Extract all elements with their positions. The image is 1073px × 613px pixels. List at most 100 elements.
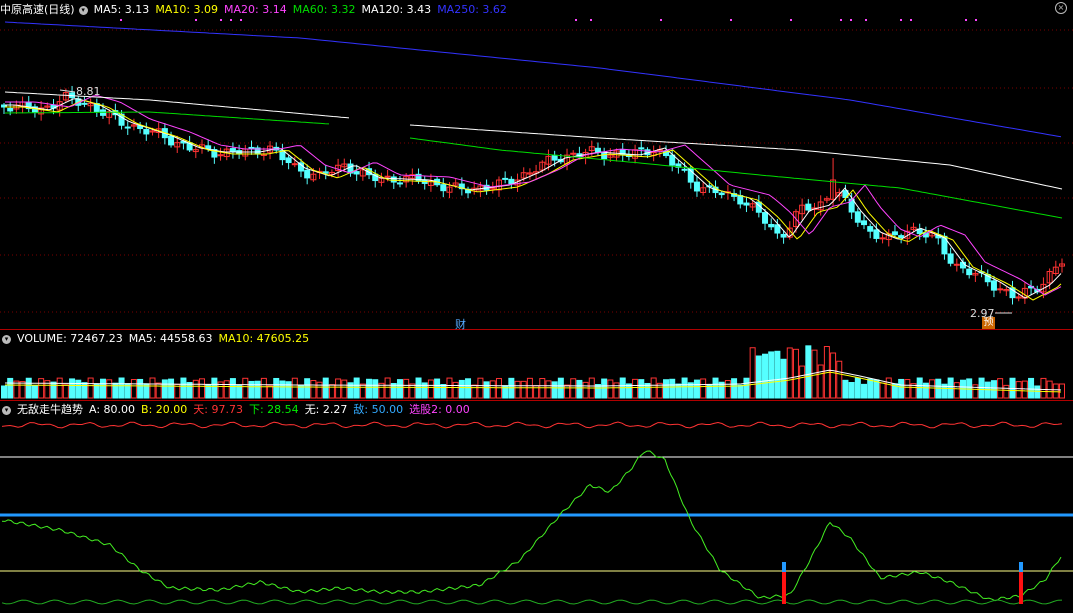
volume-bar: [675, 383, 682, 399]
candle-body: [780, 233, 787, 238]
volume-bar: [762, 353, 769, 399]
candle-body: [594, 147, 601, 153]
volume-bar: [792, 348, 799, 399]
price-chart-canvas[interactable]: [0, 0, 1073, 613]
signal-bar-blue: [782, 562, 786, 572]
volume-bar: [267, 385, 274, 399]
volume-bar: [885, 377, 892, 399]
xia-line: [1, 450, 1062, 602]
volume-bar: [904, 379, 911, 399]
candle-body: [353, 171, 360, 175]
signal-dot: [240, 19, 242, 21]
volume-bar: [471, 384, 478, 399]
volume-bar: [427, 379, 434, 399]
volume-bar: [440, 384, 447, 399]
volume-bar: [873, 379, 880, 399]
signal-dot: [195, 19, 197, 21]
volume-bar: [341, 379, 348, 399]
volume-bar: [755, 355, 762, 399]
candle-body: [248, 146, 255, 149]
high-price-label: 8.81: [76, 85, 101, 98]
signal-dot: [850, 19, 852, 21]
volume-bar: [310, 380, 317, 399]
volume-bar: [520, 380, 527, 399]
volume-bar: [1034, 385, 1041, 399]
volume-bar: [31, 384, 38, 399]
volume-bar: [242, 377, 249, 399]
candle-body: [693, 181, 700, 192]
volume-bar: [149, 377, 156, 399]
signal-bar-red: [1019, 572, 1023, 604]
volume-bar: [168, 378, 175, 399]
volume-bar: [75, 379, 82, 399]
volume-bar: [495, 378, 502, 399]
finance-event-marker[interactable]: 财: [455, 316, 466, 332]
volume-bar: [1003, 384, 1010, 399]
volume-bar: [749, 347, 756, 399]
volume-bar: [836, 360, 843, 399]
candle-body: [743, 202, 750, 206]
volume-bar: [236, 385, 243, 399]
candle-body: [205, 145, 212, 150]
volume-bar: [434, 378, 441, 399]
volume-bar: [56, 377, 63, 399]
volume-bar: [229, 378, 236, 399]
volume-bar: [161, 379, 168, 399]
volume-bar: [953, 382, 960, 399]
candle-body: [508, 178, 515, 185]
candle-body: [966, 268, 973, 276]
volume-bar: [7, 377, 14, 399]
volume-bar: [786, 347, 793, 399]
volume-bar: [446, 377, 453, 399]
volume-bar: [632, 378, 639, 399]
volume-bar: [372, 379, 379, 399]
volume-bar: [335, 378, 342, 399]
candle-body: [7, 107, 14, 112]
signal-dot: [910, 19, 912, 21]
volume-bar: [1040, 377, 1047, 399]
ma20-line: [5, 95, 1062, 296]
wu-line: [1, 599, 1063, 605]
volume-bar: [774, 350, 781, 399]
volume-bar: [38, 378, 45, 399]
candle-body: [168, 135, 175, 146]
volume-bar: [192, 379, 199, 399]
signal-dot: [120, 19, 122, 21]
volume-bar: [712, 377, 719, 399]
volume-bar: [990, 380, 997, 399]
volume-bar: [87, 377, 94, 399]
candle-body: [947, 253, 954, 264]
volume-bar: [700, 378, 707, 399]
signal-bar-red: [782, 572, 786, 604]
volume-bar: [607, 379, 614, 399]
volume-bar: [180, 377, 187, 399]
forecast-event-marker[interactable]: 预: [982, 317, 995, 329]
signal-dot: [230, 19, 232, 21]
candle-body: [681, 168, 688, 171]
volume-bar: [1015, 381, 1022, 399]
signal-dot: [790, 19, 792, 21]
volume-bar: [663, 379, 670, 399]
ma250-line: [4, 21, 1062, 138]
signal-bar-blue: [1019, 562, 1023, 572]
volume-bar: [1052, 383, 1059, 399]
volume-bar: [594, 384, 601, 399]
volume-bar: [25, 377, 32, 399]
candle-body: [638, 147, 645, 150]
volume-bar: [260, 377, 267, 399]
candle-body: [143, 128, 150, 135]
volume-bar: [396, 379, 403, 399]
candle-body: [124, 126, 131, 129]
candle-body: [291, 163, 298, 166]
volume-bar: [384, 377, 391, 399]
volume-bar: [879, 382, 886, 399]
volume-bar: [681, 377, 688, 399]
volume-bar: [93, 383, 100, 399]
volume-bar: [304, 378, 311, 399]
volume-bar: [799, 365, 806, 399]
volume-bar: [198, 378, 205, 399]
volume-bar: [69, 378, 76, 399]
volume-bar: [669, 378, 676, 399]
signal-dot: [840, 19, 842, 21]
candle-body: [762, 212, 769, 224]
